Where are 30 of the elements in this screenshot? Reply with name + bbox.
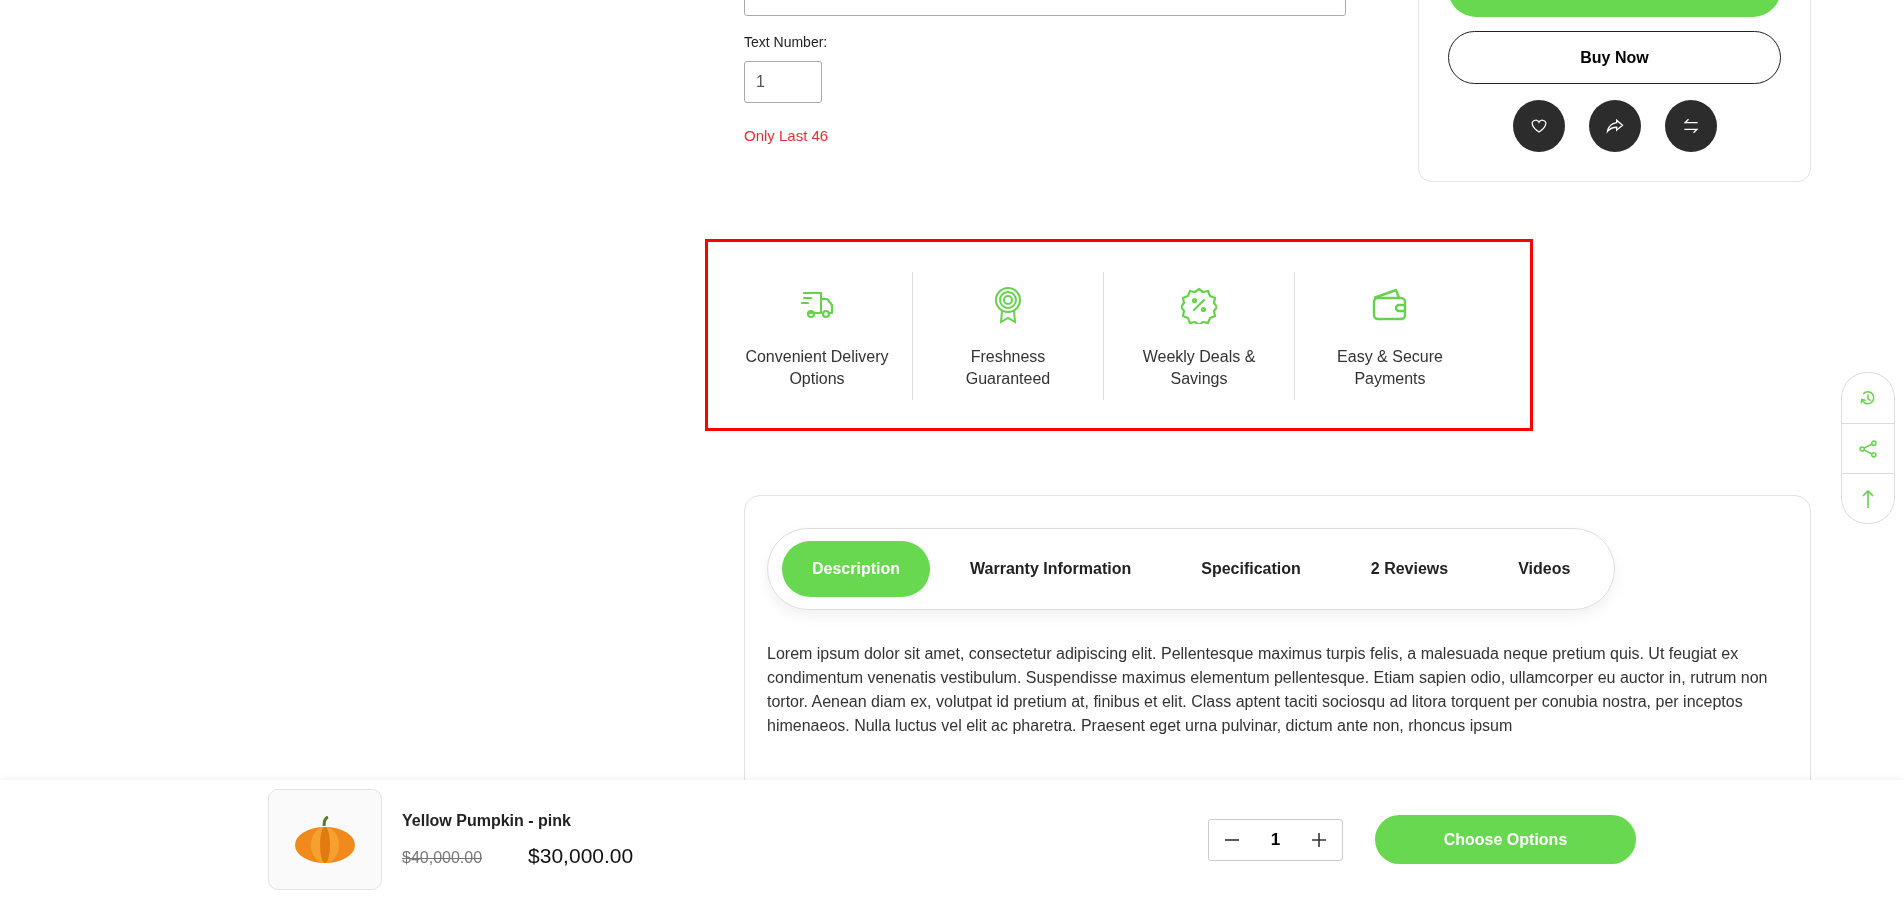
percent-badge-icon	[1181, 286, 1217, 324]
description-paragraph: Lorem ipsum dolor sit amet, consectetur adipiscing elit. Pellentesque maximus turpis felis, a malesuada neque pretium quis. Ut feugiat ex condimentum venenatis vestibulum. Suspendisse maximus elementum pellentesque. Etiam sapien odio, ullamcorper eu auctor in, rutrum non tortor. Aenean diam ex, volutpat id pretium at, finibus et elit. Class aptent taciti sociosqu ad litora torquent per conubia nostra, per inceptos himenaeos. Nulla luctus vel elit ac pharetra. Praesent eget urna pulvinar, dictum ante non, rhoncus ipsum	[767, 644, 1769, 736]
number-input-field[interactable]: 1	[744, 61, 822, 103]
tab[interactable]: Warranty Information	[940, 541, 1162, 597]
award-badge-icon	[992, 286, 1024, 324]
wishlist-button[interactable]	[1512, 100, 1565, 152]
feature-label: Weekly Deals & Savings	[1142, 347, 1256, 389]
share-button[interactable]	[1588, 100, 1641, 152]
tab[interactable]: Videos	[1488, 541, 1601, 597]
sale-price: $30,000.00	[528, 843, 634, 868]
feature-label: Convenient Delivery Options	[745, 347, 889, 389]
quantity-value: 1	[1270, 829, 1281, 850]
old-price: $40,000.00	[402, 848, 483, 867]
share-arrow-icon	[1604, 116, 1625, 136]
history-icon	[1859, 389, 1877, 407]
heart-icon	[1529, 117, 1548, 135]
field-label: Text Number:	[744, 34, 829, 50]
tab[interactable]: 2 Reviews	[1340, 541, 1479, 597]
tab[interactable]: Specification	[1171, 541, 1331, 597]
feature-label: Easy & Secure Payments	[1337, 347, 1443, 389]
quantity-stepper[interactable]: 1	[1208, 818, 1343, 861]
product-name: Yellow Pumpkin - pink	[402, 811, 572, 830]
pumpkin-drawing	[294, 815, 356, 864]
compare-button[interactable]	[1664, 100, 1717, 152]
plus-icon[interactable]	[1310, 831, 1327, 848]
stock-note: Only Last 46	[744, 127, 830, 144]
buy-now-button[interactable]: Buy Now	[1448, 31, 1781, 84]
share-icon	[1858, 438, 1878, 459]
up-arrow-icon	[1862, 488, 1874, 509]
feature-label: Freshness Guaranteed	[965, 347, 1051, 389]
